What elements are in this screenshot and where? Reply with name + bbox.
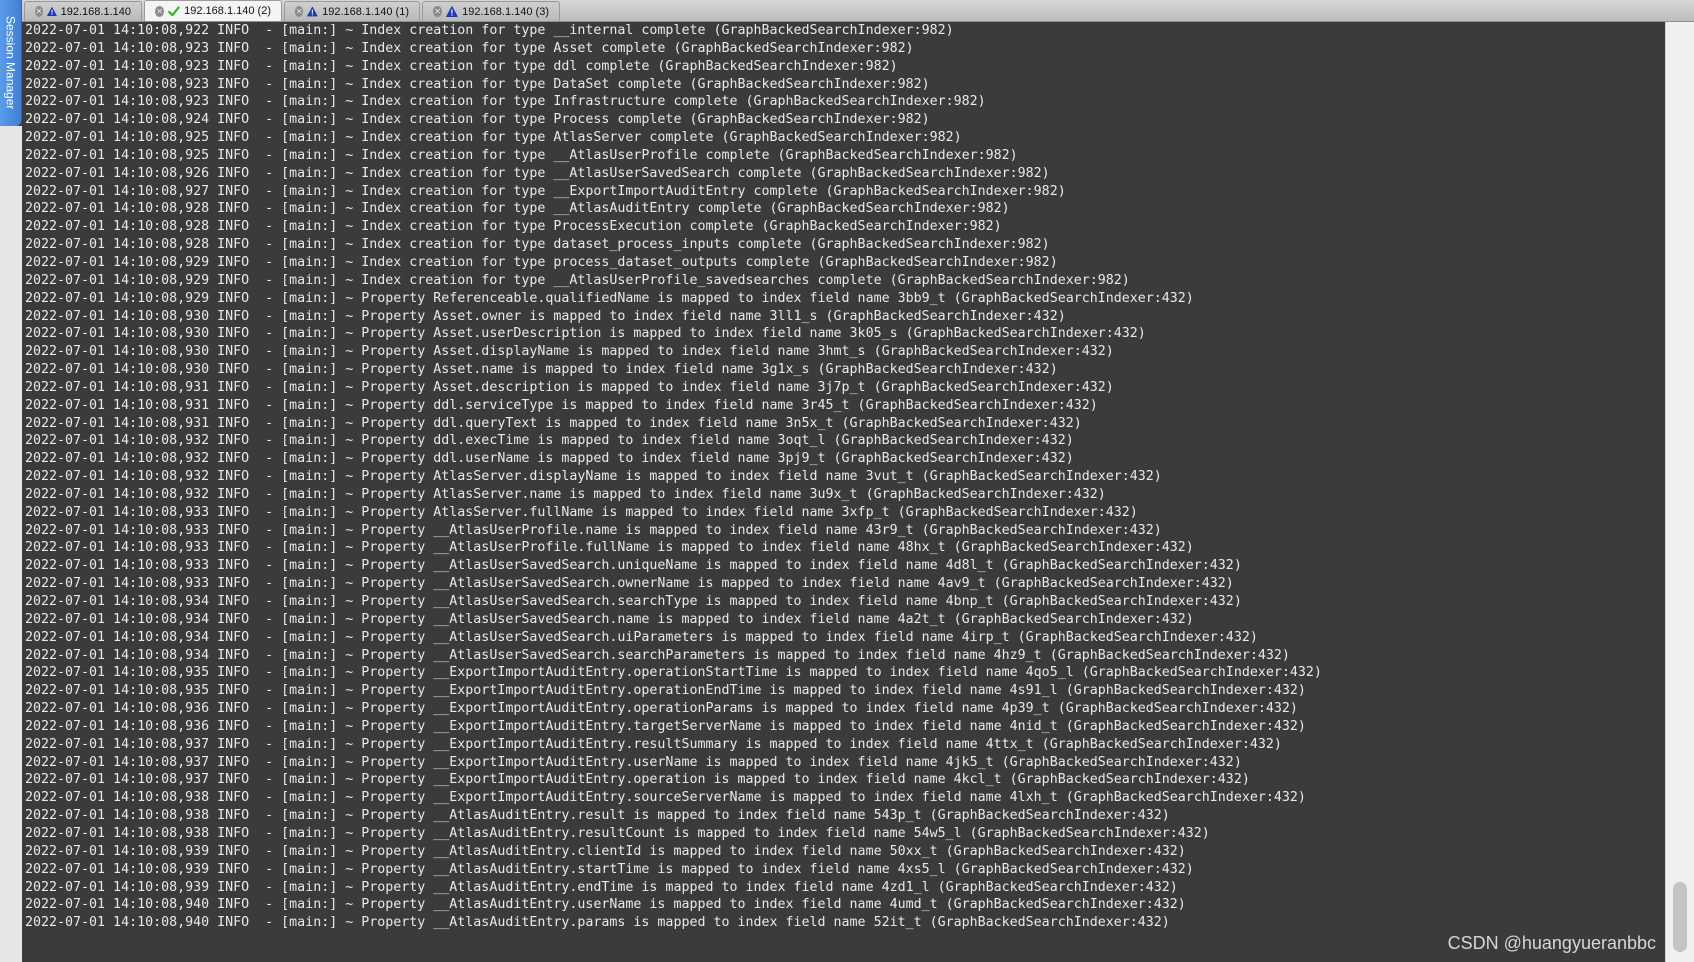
log-line: 2022-07-01 14:10:08,936 INFO - [main:] ~… <box>25 718 1306 734</box>
log-line: 2022-07-01 14:10:08,935 INFO - [main:] ~… <box>25 665 1322 681</box>
log-line: 2022-07-01 14:10:08,933 INFO - [main:] ~… <box>25 522 1162 538</box>
app-window: Session Manager ✕ 192.168.1.140 ✕ 192.16… <box>0 0 1694 962</box>
log-line: 2022-07-01 14:10:08,931 INFO - [main:] ~… <box>25 397 1098 413</box>
close-icon[interactable]: ✕ <box>433 6 443 17</box>
tab-session-4[interactable]: ✕ 192.168.1.140 (3) <box>422 1 560 21</box>
left-gutter <box>0 126 22 962</box>
log-line: 2022-07-01 14:10:08,939 INFO - [main:] ~… <box>25 879 1178 895</box>
log-line: 2022-07-01 14:10:08,939 INFO - [main:] ~… <box>25 861 1194 877</box>
log-line: 2022-07-01 14:10:08,934 INFO - [main:] ~… <box>25 629 1258 645</box>
close-icon[interactable]: ✕ <box>295 6 304 17</box>
log-line: 2022-07-01 14:10:08,923 INFO - [main:] ~… <box>25 76 930 92</box>
log-line: 2022-07-01 14:10:08,930 INFO - [main:] ~… <box>25 326 1146 342</box>
log-line: 2022-07-01 14:10:08,937 INFO - [main:] ~… <box>25 754 1242 770</box>
log-line: 2022-07-01 14:10:08,930 INFO - [main:] ~… <box>25 362 1058 378</box>
warning-icon <box>446 5 459 17</box>
log-line: 2022-07-01 14:10:08,928 INFO - [main:] ~… <box>25 219 1002 235</box>
tab-session-2[interactable]: ✕ 192.168.1.140 (2) <box>144 0 282 21</box>
terminal-output[interactable]: 2022-07-01 14:10:08,922 INFO - [main:] ~… <box>22 22 1694 962</box>
log-line: 2022-07-01 14:10:08,938 INFO - [main:] ~… <box>25 808 1170 824</box>
log-line: 2022-07-01 14:10:08,940 INFO - [main:] ~… <box>25 897 1186 913</box>
log-line: 2022-07-01 14:10:08,940 INFO - [main:] ~… <box>25 915 1170 931</box>
tab-session-1[interactable]: ✕ 192.168.1.140 <box>24 1 142 21</box>
tab-bar: ✕ 192.168.1.140 ✕ 192.168.1.140 (2) ✕ 19… <box>22 0 1694 22</box>
close-icon[interactable]: ✕ <box>35 6 43 17</box>
log-line: 2022-07-01 14:10:08,928 INFO - [main:] ~… <box>25 237 1050 253</box>
tab-label: 192.168.1.140 (1) <box>322 5 409 18</box>
log-line: 2022-07-01 14:10:08,931 INFO - [main:] ~… <box>25 415 1082 431</box>
log-line: 2022-07-01 14:10:08,933 INFO - [main:] ~… <box>25 576 1234 592</box>
warning-icon <box>307 6 319 17</box>
tab-session-3[interactable]: ✕ 192.168.1.140 (1) <box>284 1 420 21</box>
log-line: 2022-07-01 14:10:08,932 INFO - [main:] ~… <box>25 486 1106 502</box>
log-line: 2022-07-01 14:10:08,932 INFO - [main:] ~… <box>25 433 1074 449</box>
log-line: 2022-07-01 14:10:08,933 INFO - [main:] ~… <box>25 558 1242 574</box>
scrollbar-thumb[interactable] <box>1673 882 1687 952</box>
watermark: CSDN @huangyueranbbc <box>1447 933 1656 953</box>
scrollbar[interactable] <box>1665 22 1694 962</box>
log-line: 2022-07-01 14:10:08,928 INFO - [main:] ~… <box>25 201 1010 217</box>
log-line: 2022-07-01 14:10:08,934 INFO - [main:] ~… <box>25 647 1290 663</box>
log-line: 2022-07-01 14:10:08,931 INFO - [main:] ~… <box>25 379 1114 395</box>
log-line: 2022-07-01 14:10:08,930 INFO - [main:] ~… <box>25 308 1066 324</box>
checkmark-icon <box>168 5 180 16</box>
log-line: 2022-07-01 14:10:08,935 INFO - [main:] ~… <box>25 683 1306 699</box>
log-line: 2022-07-01 14:10:08,925 INFO - [main:] ~… <box>25 147 1018 163</box>
log-line: 2022-07-01 14:10:08,923 INFO - [main:] ~… <box>25 58 898 74</box>
log-line: 2022-07-01 14:10:08,929 INFO - [main:] ~… <box>25 254 1058 270</box>
close-icon[interactable]: ✕ <box>155 5 165 17</box>
log-line: 2022-07-01 14:10:08,932 INFO - [main:] ~… <box>25 451 1074 467</box>
log-line: 2022-07-01 14:10:08,934 INFO - [main:] ~… <box>25 594 1242 609</box>
log-line: 2022-07-01 14:10:08,923 INFO - [main:] ~… <box>25 40 914 56</box>
log-line: 2022-07-01 14:10:08,930 INFO - [main:] ~… <box>25 344 1114 360</box>
log-line: 2022-07-01 14:10:08,929 INFO - [main:] ~… <box>25 290 1194 306</box>
log-line: 2022-07-01 14:10:08,932 INFO - [main:] ~… <box>25 469 1162 485</box>
session-manager-tab[interactable]: Session Manager <box>0 0 22 126</box>
log-line: 2022-07-01 14:10:08,927 INFO - [main:] ~… <box>25 183 1066 199</box>
log-line: 2022-07-01 14:10:08,936 INFO - [main:] ~… <box>25 701 1298 717</box>
log-line: 2022-07-01 14:10:08,937 INFO - [main:] ~… <box>25 736 1282 752</box>
log-line: 2022-07-01 14:10:08,925 INFO - [main:] ~… <box>25 130 962 146</box>
log-line: 2022-07-01 14:10:08,922 INFO - [main:] ~… <box>25 23 954 38</box>
log-line: 2022-07-01 14:10:08,934 INFO - [main:] ~… <box>25 611 1194 627</box>
tab-label: 192.168.1.140 (2) <box>184 5 271 17</box>
log-line: 2022-07-01 14:10:08,926 INFO - [main:] ~… <box>25 165 1050 181</box>
warning-icon <box>46 6 57 16</box>
log-line: 2022-07-01 14:10:08,923 INFO - [main:] ~… <box>25 94 986 110</box>
log-line: 2022-07-01 14:10:08,939 INFO - [main:] ~… <box>25 843 1186 859</box>
log-line: 2022-07-01 14:10:08,938 INFO - [main:] ~… <box>25 825 1210 841</box>
log-line: 2022-07-01 14:10:08,937 INFO - [main:] ~… <box>25 772 1250 788</box>
log-line: 2022-07-01 14:10:08,929 INFO - [main:] ~… <box>25 272 1130 288</box>
log-line: 2022-07-01 14:10:08,933 INFO - [main:] ~… <box>25 504 1138 520</box>
log-line: 2022-07-01 14:10:08,924 INFO - [main:] ~… <box>25 112 930 128</box>
log-line: 2022-07-01 14:10:08,933 INFO - [main:] ~… <box>25 540 1194 556</box>
log-line: 2022-07-01 14:10:08,938 INFO - [main:] ~… <box>25 790 1306 806</box>
session-manager-label: Session Manager <box>3 16 18 110</box>
tab-label: 192.168.1.140 (3) <box>462 5 549 18</box>
log-lines: 2022-07-01 14:10:08,922 INFO - [main:] ~… <box>25 22 1322 932</box>
tab-label: 192.168.1.140 <box>60 5 131 18</box>
